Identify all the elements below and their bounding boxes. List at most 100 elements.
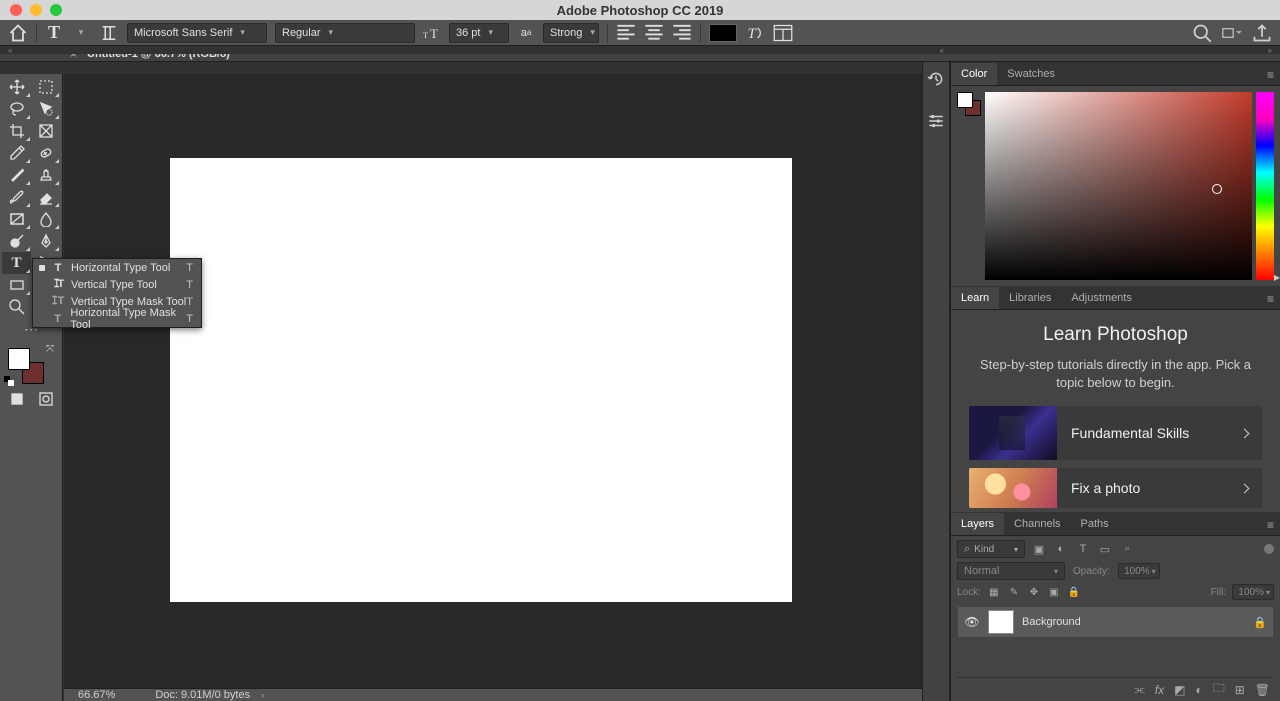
rect-marquee-tool[interactable] [31,76,60,98]
filter-type-icon[interactable]: T [1075,543,1091,556]
layer-filter-kind-select[interactable]: Kind ▾ [957,540,1025,558]
search-button[interactable] [1192,23,1212,43]
tab-channels[interactable]: Channels [1004,513,1070,535]
font-family-select[interactable]: Microsoft Sans Serif ▾ [127,23,267,43]
filter-shape-icon[interactable]: ▭ [1097,543,1113,556]
tab-libraries[interactable]: Libraries [999,287,1061,309]
color-field[interactable] [985,92,1252,280]
filter-smart-icon[interactable]: ▫ [1119,543,1135,556]
new-layer-button[interactable]: ⊞ [1235,683,1245,697]
window-close-button[interactable] [10,4,22,16]
fill-input[interactable]: 100%▾ [1232,584,1274,600]
status-bar: 66.67% Doc: 9.01M/0 bytes › [64,688,950,701]
window-minimize-button[interactable] [30,4,42,16]
lasso-tool[interactable] [2,98,31,120]
learn-card-fix-photo[interactable]: Fix a photo [969,468,1262,508]
antialias-value: Strong [550,27,582,39]
default-colors-icon[interactable] [4,376,14,386]
eraser-tool[interactable] [31,186,60,208]
standard-mode-button[interactable] [2,388,31,410]
crop-tool[interactable] [2,120,31,142]
foreground-color-swatch[interactable] [8,348,30,370]
pen-tool[interactable] [31,230,60,252]
delete-layer-button[interactable]: 🗑 [1255,683,1270,697]
opacity-input[interactable]: 100%▾ [1118,563,1160,579]
layer-mask-button[interactable]: ◩ [1174,683,1185,697]
document-canvas[interactable] [170,158,792,602]
move-tool[interactable] [2,76,31,98]
lock-position-icon[interactable]: ✥ [1027,587,1041,598]
quick-select-tool[interactable] [31,98,60,120]
character-panel-toggle[interactable] [773,23,793,43]
brush-tool[interactable] [2,164,31,186]
adjustment-layer-button[interactable]: ◐ [1195,683,1202,697]
zoom-tool[interactable] [2,296,31,318]
status-menu-button[interactable]: › [261,690,264,700]
tab-swatches[interactable]: Swatches [997,63,1065,85]
canvas-viewport[interactable] [64,74,950,688]
quick-mask-mode-button[interactable] [31,388,60,410]
type-tool[interactable]: T [2,252,31,274]
tab-learn[interactable]: Learn [951,287,999,309]
layer-style-button[interactable]: fx [1155,683,1164,697]
learn-card-fundamental[interactable]: Fundamental Skills [969,406,1262,460]
learn-card-thumb [969,468,1057,508]
rectangle-tool[interactable] [2,274,31,296]
panel-menu-button[interactable]: ≡ [1267,518,1274,532]
layer-name[interactable]: Background [1022,616,1081,628]
properties-panel-icon[interactable] [927,112,945,130]
panel-menu-button[interactable]: ≡ [1267,292,1274,306]
filter-adjustment-icon[interactable]: ◐ [1053,543,1069,556]
align-left-button[interactable] [616,23,636,43]
screen-mode-button[interactable] [1222,23,1242,43]
tool-preset-picker[interactable]: ▾ [71,23,91,43]
flyout-horizontal-type-mask[interactable]: T Horizontal Type Mask Tool T [33,310,201,327]
filter-pixel-icon[interactable]: ▣ [1031,543,1047,556]
lock-artboard-icon[interactable]: ▣ [1047,587,1061,598]
font-style-select[interactable]: Regular ▾ [275,23,415,43]
swap-colors-icon[interactable]: ⤧ [46,344,54,355]
flyout-horizontal-type[interactable]: T Horizontal Type Tool T [33,259,201,276]
history-panel-icon[interactable] [927,70,945,88]
text-orientation-toggle[interactable] [99,23,119,43]
zoom-level[interactable]: 66.67% [78,689,115,701]
layer-row-background[interactable]: 👁 Background 🔒 [957,606,1274,638]
text-color-swatch[interactable] [709,24,737,42]
home-button[interactable] [8,23,28,43]
antialias-select[interactable]: Strong ▾ [543,23,599,43]
lock-all-icon[interactable]: 🔒 [1067,587,1081,598]
color-fgbg-mini[interactable] [957,92,981,280]
blend-mode-select[interactable]: Normal ▾ [957,562,1065,580]
clone-stamp-tool[interactable] [31,164,60,186]
tab-adjustments[interactable]: Adjustments [1061,287,1142,309]
warp-text-button[interactable]: T [745,23,765,43]
dodge-tool[interactable] [2,230,31,252]
healing-brush-tool[interactable] [31,142,60,164]
foreground-background-colors[interactable]: ⤧ [2,342,60,386]
filter-toggle[interactable] [1264,544,1274,554]
align-center-button[interactable] [644,23,664,43]
tab-layers[interactable]: Layers [951,513,1004,535]
layer-visibility-toggle[interactable]: 👁 [964,615,980,629]
layer-thumbnail[interactable] [988,610,1014,634]
tab-color[interactable]: Color [951,63,997,85]
hue-slider[interactable]: ▶ [1256,92,1274,280]
history-brush-tool[interactable] [2,186,31,208]
font-size-select[interactable]: 36 pt ▾ [449,23,509,43]
layer-group-button[interactable]: 🗀 [1213,679,1225,700]
window-maximize-button[interactable] [50,4,62,16]
tab-paths[interactable]: Paths [1071,513,1119,535]
lock-transparency-icon[interactable]: ▦ [987,587,1001,598]
eyedropper-tool[interactable] [2,142,31,164]
panel-menu-button[interactable]: ≡ [1267,68,1274,82]
gradient-tool[interactable] [2,208,31,230]
align-right-button[interactable] [672,23,692,43]
blur-tool[interactable] [31,208,60,230]
flyout-vertical-type[interactable]: ꕯT Vertical Type Tool T [33,276,201,293]
chevron-right-icon [1241,481,1248,495]
share-button[interactable] [1252,23,1272,43]
frame-tool[interactable] [31,120,60,142]
link-layers-button[interactable]: ⫘ [1134,682,1145,697]
lock-pixels-icon[interactable]: ✎ [1007,587,1021,598]
color-picker-ring[interactable] [1212,184,1222,194]
